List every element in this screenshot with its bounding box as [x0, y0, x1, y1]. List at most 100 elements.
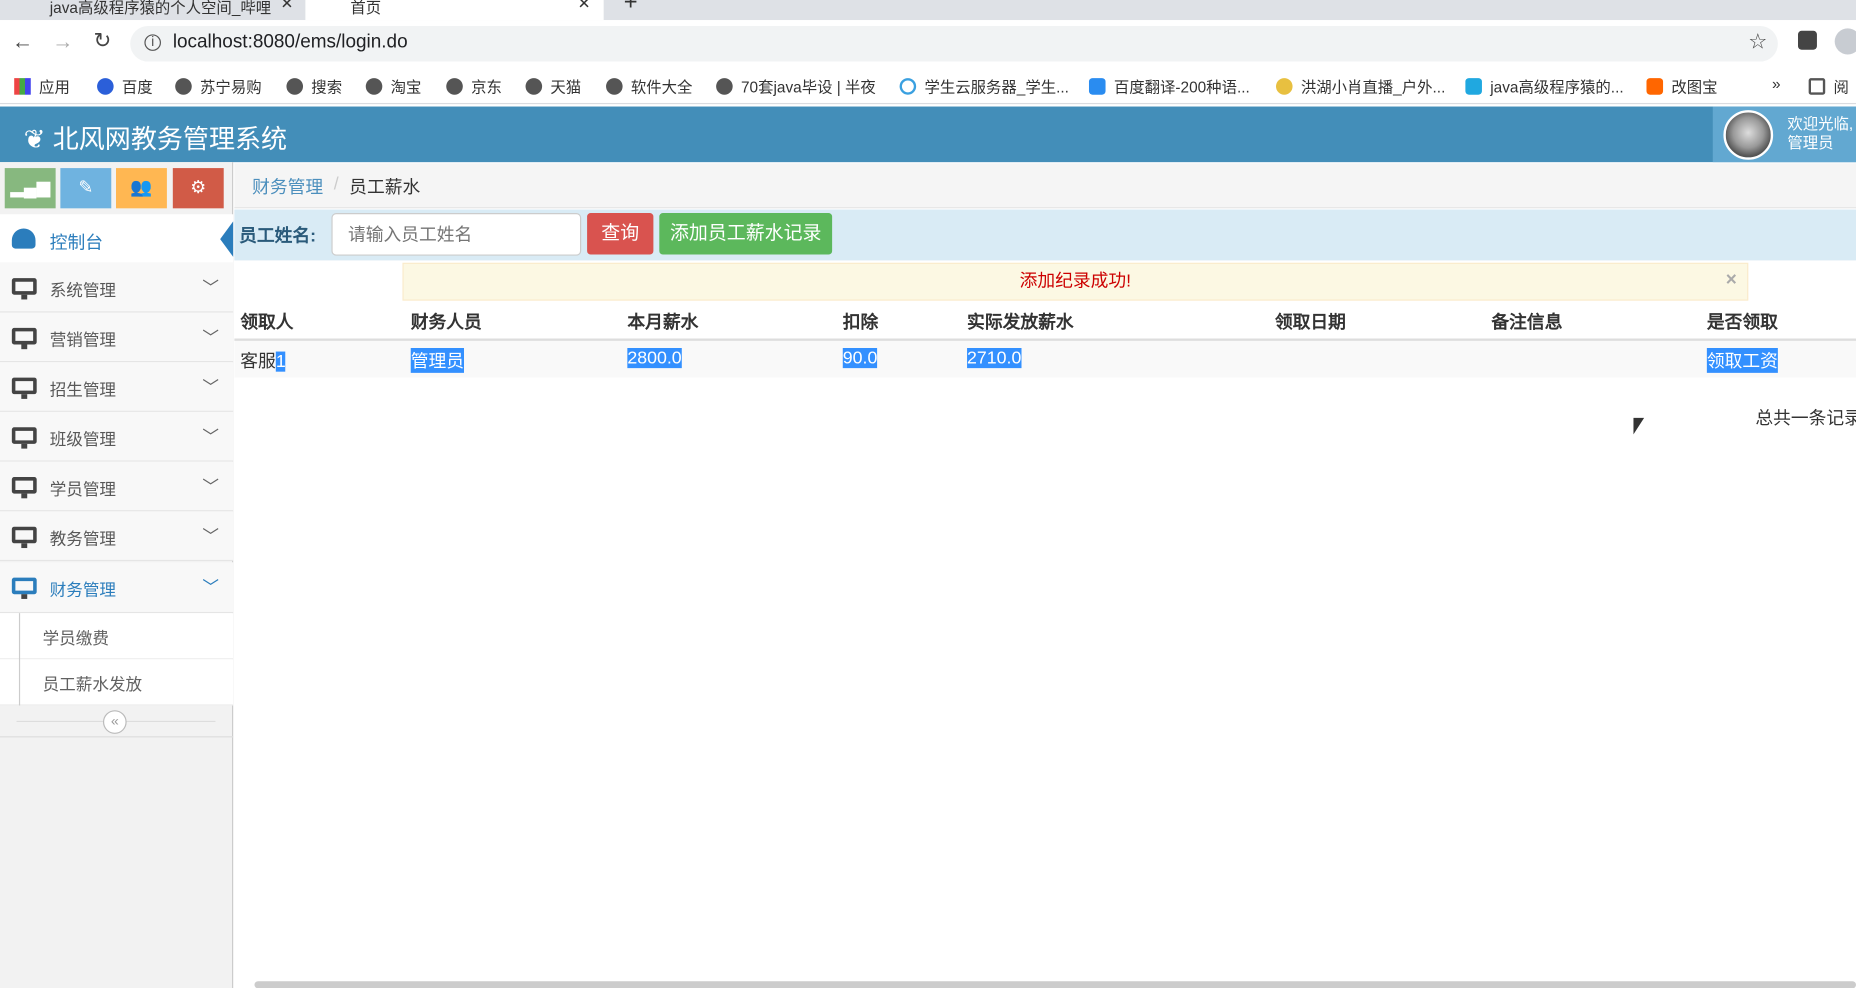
shortcut-stats-button[interactable]: ▂▄▆ — [4, 168, 56, 209]
submenu-salary[interactable]: 员工薪水发放 — [0, 659, 234, 706]
user-name: 管理员 — [1787, 133, 1834, 152]
breadcrumb-current: 员工薪水 — [349, 177, 421, 198]
cell-salary: 2800.0 — [627, 347, 682, 369]
app-logo[interactable]: ❦ 北风网教务管理系统 — [24, 118, 287, 156]
chevron-down-icon: ﹀ — [202, 526, 219, 546]
tab-bilibili[interactable]: java高级程序猿的个人空间_哔哩 — [0, 0, 302, 20]
bookmark-label: 70套java毕设 | 半夜 — [740, 78, 876, 96]
bookmark[interactable]: 软件大全 — [606, 75, 692, 97]
profile-icon[interactable] — [1834, 28, 1856, 55]
monitor-icon — [11, 526, 37, 549]
sidebar-item-students[interactable]: 学员管理 ﹀ — [0, 461, 234, 512]
tab-home[interactable]: 首页 — [305, 0, 604, 21]
extensions-icon[interactable] — [1797, 30, 1817, 50]
tab-title: 首页 — [350, 0, 382, 17]
bookmark[interactable]: 百度 — [97, 75, 153, 97]
employee-name-input[interactable] — [331, 213, 582, 256]
receiver-text-selected: 1 — [275, 351, 286, 372]
bookmark[interactable]: java高级程序猿的... — [1465, 75, 1624, 97]
sidebar-item-class[interactable]: 班级管理 ﹀ — [0, 411, 234, 462]
bookmark[interactable]: 学生云服务器_学生... — [899, 75, 1069, 97]
column-header: 本月薪水 — [627, 312, 699, 333]
bookmark-label: 改图宝 — [1671, 78, 1718, 96]
bookmark-label: 应用 — [39, 78, 70, 96]
collect-salary-link[interactable]: 领取工资 — [1706, 347, 1778, 373]
monitor-icon — [11, 327, 37, 350]
sidebar-item-finance[interactable]: 财务管理 ﹀ — [0, 562, 234, 614]
pencil-icon: ✎ — [78, 177, 94, 198]
globe-icon — [606, 78, 623, 95]
more-bookmarks-button[interactable]: » — [1772, 75, 1781, 93]
sidebar-label: 系统管理 — [49, 280, 116, 300]
reload-icon[interactable]: ↻ — [94, 28, 112, 53]
alert-message: 添加纪录成功! — [1019, 271, 1132, 292]
add-salary-record-button[interactable]: 添加员工薪水记录 — [659, 213, 833, 255]
bilibili-icon — [1465, 78, 1482, 95]
bookmark[interactable]: 洪湖小肖直播_户外... — [1275, 75, 1445, 97]
sidebar-collapse-button[interactable]: « — [102, 710, 127, 734]
query-button[interactable]: 查询 — [587, 213, 654, 255]
cell-finance: 管理员 — [410, 347, 465, 373]
globe-icon — [286, 78, 304, 95]
bookmark[interactable]: 70套java毕设 | 半夜 — [716, 75, 876, 97]
submenu-label: 员工薪水发放 — [42, 674, 143, 694]
bookmark-label: 搜索 — [311, 78, 343, 96]
sidebar-item-academic[interactable]: 教务管理 ﹀ — [0, 511, 234, 562]
reading-list-icon — [1808, 78, 1826, 95]
bookmark-apps[interactable]: 应用 — [14, 75, 70, 97]
column-header: 扣除 — [842, 312, 879, 333]
sidebar-item-enrollment[interactable]: 招生管理 ﹀ — [0, 362, 234, 412]
divider — [0, 736, 234, 738]
breadcrumb: 财务管理 / 员工薪水 — [234, 163, 1856, 209]
star-icon[interactable]: ☆ — [1748, 30, 1767, 55]
bookmark[interactable]: 苏宁易购 — [175, 75, 262, 97]
sidebar-label: 招生管理 — [49, 379, 116, 399]
apps-icon — [14, 78, 31, 95]
table-row — [234, 340, 1856, 378]
alert-close-button[interactable]: × — [1726, 270, 1737, 291]
sidebar-item-marketing[interactable]: 营销管理 ﹀ — [0, 312, 234, 363]
submenu-student-fees[interactable]: 学员缴费 — [0, 613, 234, 660]
close-tab-icon[interactable]: ✕ — [578, 0, 591, 13]
bookmark[interactable]: 搜索 — [286, 75, 342, 97]
sidebar-label: 控制台 — [49, 233, 103, 254]
reading-list-label: 阅 — [1833, 78, 1849, 96]
monitor-icon — [11, 577, 37, 599]
globe-icon — [365, 78, 383, 95]
monitor-icon — [11, 427, 37, 449]
column-header: 领取人 — [240, 312, 294, 333]
sidebar-item-system[interactable]: 系统管理 ﹀ — [0, 262, 234, 313]
cogs-icon: ⚙ — [190, 177, 207, 198]
bookmark[interactable]: 改图宝 — [1646, 75, 1718, 97]
avatar[interactable] — [1723, 110, 1774, 160]
info-icon[interactable]: i — [144, 34, 161, 51]
bookmark[interactable]: 百度翻译-200种语... — [1088, 75, 1250, 97]
sidebar-label: 教务管理 — [49, 529, 116, 549]
users-icon: 👥 — [130, 177, 153, 198]
shortcut-edit-button[interactable]: ✎ — [60, 168, 112, 209]
bookmark-label: 百度翻译-200种语... — [1113, 78, 1250, 96]
sidebar-item-dashboard[interactable]: 控制台 — [0, 214, 234, 264]
url-input[interactable]: localhost:8080/ems/login.do — [130, 26, 1778, 62]
monitor-icon — [11, 377, 37, 399]
bookmark[interactable]: 天猫 — [525, 75, 581, 97]
new-tab-button[interactable]: + — [624, 0, 638, 17]
shortcut-settings-button[interactable]: ⚙ — [172, 168, 224, 209]
bookmark[interactable]: 淘宝 — [365, 75, 421, 97]
reading-list-button[interactable]: 阅 — [1808, 75, 1849, 97]
tab-title: java高级程序猿的个人空间_哔哩 — [49, 0, 272, 17]
signal-icon: ▂▄▆ — [10, 177, 51, 198]
breadcrumb-parent[interactable]: 财务管理 — [252, 174, 323, 199]
forward-icon[interactable]: → — [52, 30, 73, 55]
close-tab-icon[interactable]: ✕ — [281, 0, 294, 13]
dashboard-icon — [11, 228, 36, 249]
horizontal-scrollbar[interactable] — [254, 981, 1856, 988]
bookmark[interactable]: 京东 — [446, 75, 502, 97]
chevron-down-icon: ﹀ — [202, 477, 219, 496]
shortcut-users-button[interactable]: 👥 — [115, 168, 167, 209]
back-icon[interactable]: ← — [12, 30, 33, 55]
bookmark-label: 学生云服务器_学生... — [924, 78, 1069, 96]
bookmark-label: java高级程序猿的... — [1490, 78, 1624, 96]
user-greeting[interactable]: 欢迎光临, 管理员 — [1787, 115, 1853, 153]
chevron-down-icon: ﹀ — [202, 327, 219, 347]
